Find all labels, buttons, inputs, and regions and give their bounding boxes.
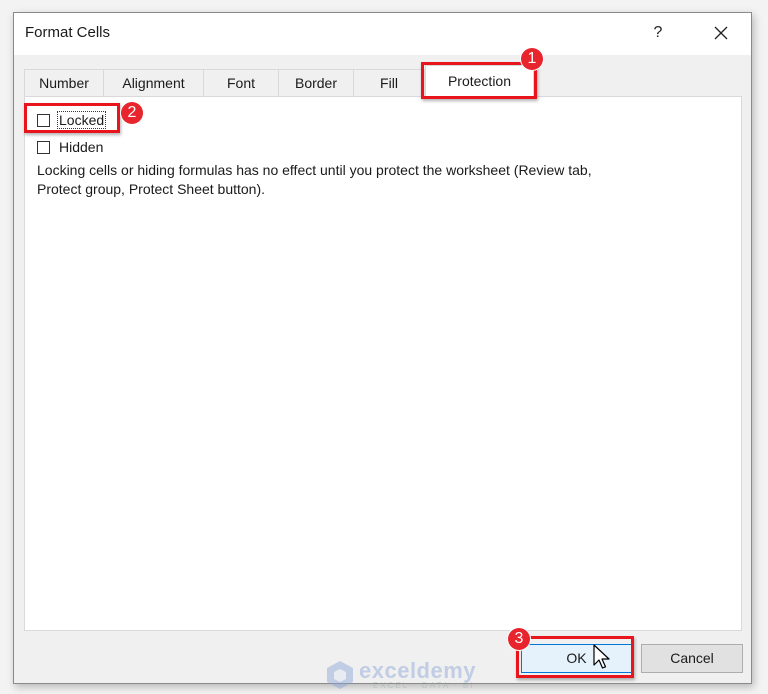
hidden-label[interactable]: Hidden — [58, 139, 104, 155]
step-badge-3: 3 — [508, 628, 530, 650]
title-bar: Format Cells ? — [14, 13, 751, 55]
protection-description: Locking cells or hiding formulas has no … — [37, 161, 727, 198]
help-button[interactable]: ? — [646, 21, 670, 45]
close-button[interactable] — [706, 19, 736, 47]
description-line-1: Locking cells or hiding formulas has no … — [37, 162, 592, 178]
tab-protection[interactable]: Protection — [425, 65, 534, 97]
ok-button[interactable]: OK — [521, 644, 632, 673]
description-line-2: Protect group, Protect Sheet button). — [37, 180, 266, 197]
locked-checkbox[interactable] — [37, 113, 50, 127]
cancel-button[interactable]: Cancel — [641, 644, 743, 673]
tab-alignment[interactable]: Alignment — [104, 69, 204, 96]
watermark-tagline: EXCEL · DATA · BI — [373, 680, 475, 690]
watermark: exceldemy EXCEL · DATA · BI — [326, 658, 476, 692]
tab-strip: Number Alignment Font Border Fill Protec… — [24, 65, 534, 97]
tab-fill[interactable]: Fill — [354, 69, 425, 96]
locked-label[interactable]: Locked — [56, 111, 107, 129]
hidden-checkbox[interactable] — [37, 140, 50, 154]
locked-option[interactable]: Locked — [37, 111, 107, 129]
step-badge-2: 2 — [121, 102, 143, 124]
protection-panel: Locked Hidden Locking cells or hiding fo… — [24, 96, 742, 631]
tab-number[interactable]: Number — [24, 69, 104, 96]
tab-border[interactable]: Border — [279, 69, 354, 96]
exceldemy-logo-icon — [327, 661, 353, 689]
tab-font[interactable]: Font — [204, 69, 279, 96]
close-icon — [714, 26, 728, 40]
mouse-pointer-icon — [593, 644, 610, 669]
hidden-option[interactable]: Hidden — [37, 138, 104, 156]
dialog-title: Format Cells — [25, 24, 111, 41]
step-badge-1: 1 — [521, 48, 543, 70]
watermark-name: exceldemy — [359, 657, 477, 683]
